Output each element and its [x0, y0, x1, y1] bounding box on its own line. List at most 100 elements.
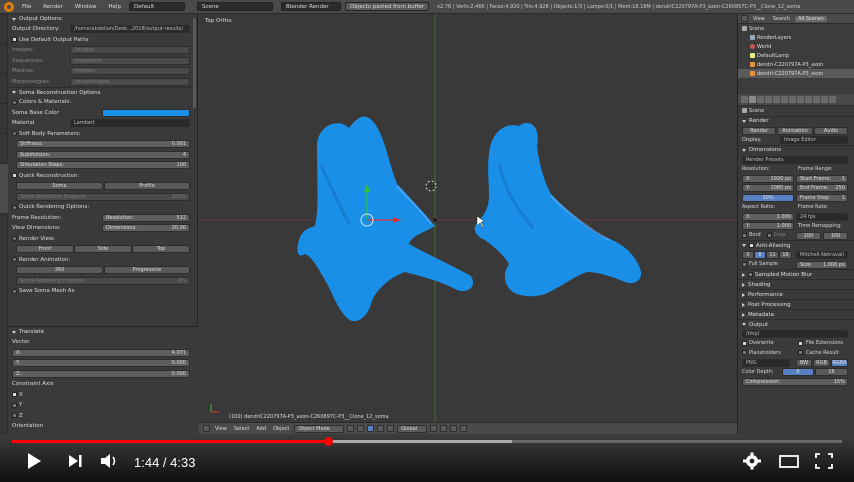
translate-y-field[interactable]: Y: 0.000 [12, 359, 190, 367]
menu-select[interactable]: Select [232, 426, 251, 432]
color-depth-8[interactable]: 8 [782, 368, 814, 376]
aa-filter-dropdown[interactable]: Mitchell-Netravali [796, 251, 848, 259]
motion-blur-section-header[interactable]: Sampled Motion Blur [738, 269, 854, 279]
scene-tab-icon[interactable] [765, 96, 772, 103]
render-tab-icon[interactable] [749, 96, 756, 103]
translate-manipulator-icon[interactable] [377, 425, 385, 432]
render-front-button[interactable]: Front [16, 245, 74, 253]
color-mode-rgb[interactable]: RGB [813, 358, 830, 367]
fullscreen-icon[interactable] [814, 452, 834, 470]
outliner-item-scene[interactable]: Scene [738, 24, 854, 33]
render-presets-dropdown[interactable]: Render Presets [742, 155, 848, 164]
menu-file[interactable]: File [18, 4, 35, 10]
compression-slider[interactable]: Compression: 15% [742, 377, 848, 386]
display-dropdown[interactable]: Image Editor [780, 136, 848, 144]
aa-samples-16[interactable]: 16 [779, 251, 792, 259]
sequences-path-field[interactable]: /sequences [70, 56, 190, 65]
layout-selector[interactable]: Default [129, 2, 186, 11]
render-button[interactable]: Render [742, 126, 776, 135]
texture-tab-icon[interactable] [821, 96, 828, 103]
resolution-x-field[interactable]: X: 1920 px [742, 174, 794, 183]
soma-reconstruction-header[interactable]: Soma Reconstruction Options [8, 87, 197, 97]
render-360-button[interactable]: 360 [16, 266, 103, 274]
simulation-steps-slider[interactable]: Simulation Steps: 100 [16, 161, 190, 169]
material-dropdown[interactable]: Lambert [70, 119, 190, 127]
tool-shelf-tab[interactable] [0, 104, 8, 134]
manipulator-icon[interactable] [367, 425, 375, 432]
render-progressive-button[interactable]: Progressive [104, 266, 190, 274]
metadata-section-header[interactable]: Metadata [738, 309, 854, 319]
aa-samples-8[interactable]: 8 [754, 251, 766, 259]
frame-rate-dropdown[interactable]: 24 fps [796, 212, 848, 221]
constraint-y-checkbox[interactable] [12, 402, 17, 408]
translate-header[interactable]: Translate [8, 327, 198, 337]
anti-aliasing-checkbox[interactable] [749, 243, 754, 248]
menu-add[interactable]: Add [254, 426, 268, 432]
resolution-field[interactable]: Resolution: 512 [102, 213, 190, 222]
settings-gear-icon[interactable] [742, 452, 762, 470]
overwrite-checkbox[interactable] [742, 340, 747, 346]
use-default-paths-checkbox[interactable] [12, 37, 17, 43]
cache-result-checkbox[interactable] [798, 350, 803, 356]
dimensions-section-header[interactable]: Dimensions [738, 144, 854, 155]
blender-logo-icon[interactable] [4, 1, 14, 12]
render-section-header[interactable]: Render [738, 115, 854, 126]
material-tab-icon[interactable] [813, 96, 820, 103]
tool-shelf-tab-neuromorphovis[interactable] [0, 164, 8, 214]
menu-view[interactable]: View [213, 426, 229, 432]
editor-type-icon[interactable] [203, 425, 210, 432]
tool-shelf-tab[interactable] [0, 74, 8, 104]
editor-type-icon[interactable] [741, 15, 748, 22]
subdivision-slider[interactable]: Subdivision: 4 [16, 150, 190, 159]
constraint-x-checkbox[interactable] [12, 392, 17, 398]
play-icon[interactable] [26, 452, 42, 470]
outliner-tab-search[interactable]: Search [770, 16, 793, 22]
3d-viewport[interactable]: Top Ortho (100) dendriC220797A-P3_axon-C… [199, 14, 737, 422]
layer-icon[interactable] [450, 425, 458, 432]
orientation-selector[interactable]: Global [397, 424, 428, 433]
border-checkbox[interactable] [742, 232, 747, 238]
outliner-tab-all-scenes[interactable]: All Scenes [795, 15, 827, 22]
translate-z-field[interactable]: Z: 0.000 [12, 369, 190, 378]
render-layers-tab-icon[interactable] [757, 96, 764, 103]
time-remap-new-field[interactable]: 100 [823, 231, 848, 240]
outliner-item-lamp[interactable]: DefaultLamp [738, 51, 854, 60]
editor-type-icon[interactable] [741, 96, 748, 103]
motion-blur-checkbox[interactable] [748, 272, 753, 277]
constraints-tab-icon[interactable] [789, 96, 796, 103]
layer-icon[interactable] [440, 425, 448, 432]
modifiers-tab-icon[interactable] [797, 96, 804, 103]
shading-section-header[interactable]: Shading [738, 279, 854, 289]
video-scrubber-handle[interactable] [323, 437, 333, 446]
outliner-item-mesh[interactable]: dendri-C220797A-P3_axon [738, 69, 854, 78]
panel-scrollbar[interactable] [193, 18, 196, 108]
object-tab-icon[interactable] [781, 96, 788, 103]
render-engine-selector[interactable]: Blender Render [281, 2, 342, 11]
mode-selector[interactable]: Object Mode [294, 424, 345, 433]
placeholders-checkbox[interactable] [742, 350, 747, 356]
render-top-button[interactable]: Top [132, 245, 190, 253]
pivot-icon[interactable] [357, 425, 365, 432]
frame-step-field[interactable]: Frame Step: 1 [796, 193, 848, 202]
audio-button[interactable]: Audio [814, 126, 848, 135]
next-icon[interactable] [67, 452, 83, 470]
full-sample-checkbox[interactable] [742, 261, 747, 267]
translate-x-field[interactable]: X: 4.071 [12, 348, 190, 357]
outliner-tab-view[interactable]: View [750, 16, 768, 22]
snap-icon[interactable] [460, 425, 468, 432]
images-path-field[interactable]: /images [70, 46, 190, 54]
aa-samples-11[interactable]: 11 [766, 251, 779, 259]
time-remap-old-field[interactable]: 100 [796, 231, 821, 240]
file-extensions-checkbox[interactable] [798, 340, 803, 346]
output-section-header[interactable]: Output [738, 319, 854, 329]
animation-button[interactable]: Animation [777, 126, 813, 135]
output-directory-field[interactable]: /home/abdellah/Desk...2018/output-result… [70, 25, 190, 33]
physics-tab-icon[interactable] [829, 96, 836, 103]
menu-render[interactable]: Render [39, 4, 67, 10]
reconstruct-profile-button[interactable]: Profile [104, 182, 190, 190]
performance-section-header[interactable]: Performance [738, 289, 854, 299]
shading-icon[interactable] [347, 425, 355, 432]
morphologies-path-field[interactable]: /morphologies [70, 77, 190, 86]
menu-window[interactable]: Window [71, 4, 101, 10]
reconstruct-soma-button[interactable]: Soma [16, 182, 103, 190]
